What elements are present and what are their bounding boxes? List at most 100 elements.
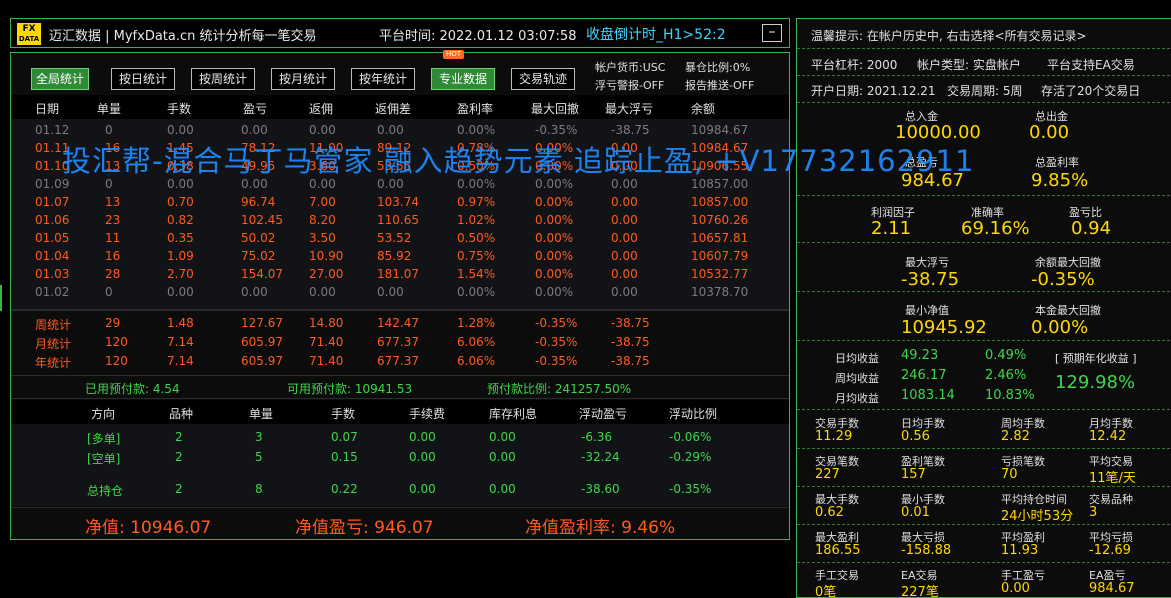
tab-global-stats[interactable]: 全局统计 [31, 68, 89, 90]
detail-value: 0笔 [815, 585, 837, 598]
average-return-section: 日均收益 49.23 0.49% 周均收益 246.17 2.46% 月均收益 … [797, 342, 1170, 410]
cell-rebate: 7.00 [309, 195, 336, 209]
detail-value: 0.00 [1001, 581, 1030, 596]
col-max-float-loss: 最大浮亏 [605, 102, 654, 116]
cell-max-float-loss: -38.75 [611, 335, 650, 349]
cell-lots: 0.82 [167, 213, 194, 227]
cell-orders: 120 [105, 354, 128, 368]
col-orders: 单量 [249, 407, 274, 421]
detail-value: 11.93 [1001, 543, 1039, 558]
cell-profit-rate: 1.54% [457, 267, 496, 281]
cell-float-pl: -32.24 [581, 450, 620, 464]
detail-row: 最大手数 0.62 最小手数 0.01 平均持仓时间 24小时53分 交易品种 3 [797, 487, 1170, 525]
cell-orders: 0 [105, 285, 113, 299]
cell-rebate: 3.50 [309, 231, 336, 245]
position-table-header: 方向 品种 单量 手数 手续费 库存利息 浮动盈亏 浮动比例 [11, 400, 789, 424]
margin-call-ratio: 暴仓比例:0% [685, 61, 751, 74]
detail-value: 227 [815, 467, 840, 482]
cell-max-drawdown: 0.00% [535, 231, 574, 245]
weekly-avg: 246.17 [901, 368, 947, 383]
daily-table-header: 日期 单量 手数 盈亏 返佣 返佣差 盈利率 最大回撤 最大浮亏 余额 [11, 95, 789, 119]
cell-direction: [空单] [87, 452, 121, 466]
table-row[interactable]: 01.07 13 0.70 96.74 7.00 103.74 0.97% 0.00% 0.00… [11, 195, 789, 213]
cell-max-float-loss: -38.75 [611, 123, 650, 137]
watermark-text: 投汇帮-混合马丁马管家 融入趋势元素 追踪止盈, +V17732162911 [62, 144, 975, 178]
cell-lots: 0.35 [167, 231, 194, 245]
position-row: 总持仓 2 8 0.22 0.00 0.00 -38.60 -0.35% [11, 482, 789, 500]
col-symbol: 品种 [169, 407, 194, 421]
cell-rebate: 71.40 [309, 335, 344, 349]
cell-direction: [多单] [87, 432, 121, 446]
report-push-toggle[interactable]: 报告推送-OFF [685, 77, 754, 93]
equity-profit-rate: 净值盈利率: 9.46% [525, 518, 676, 538]
total-rate: 9.85% [1031, 170, 1089, 191]
cell-balance: 10984.67 [691, 123, 749, 137]
net-equity-bar: 净值: 10946.07 净值盈亏: 946.07 净值盈利率: 9.46% [11, 507, 789, 539]
detail-value: 11笔/天 [1089, 471, 1136, 486]
cell-balance: 10760.26 [691, 213, 749, 227]
cell-date: 01.03 [35, 267, 70, 281]
cell-date: 01.05 [35, 231, 70, 245]
cell-balance: 10378.70 [691, 285, 749, 299]
cell-pl: 0.00 [241, 123, 268, 137]
cell-rebate: 71.40 [309, 354, 344, 368]
cell-orders: 0 [105, 123, 113, 137]
cell-float-rate: -0.35% [669, 482, 712, 496]
table-row[interactable]: 01.06 23 0.82 102.45 8.20 110.65 1.02% 0.00% 0.0… [11, 213, 789, 231]
table-row[interactable]: 01.05 11 0.35 50.02 3.50 53.52 0.50% 0.00% 0.00 1… [11, 231, 789, 249]
cell-lots: 0.00 [167, 123, 194, 137]
detail-value: 2.82 [1001, 429, 1030, 444]
detail-value: 186.55 [815, 543, 861, 558]
weekly-avg-label: 周均收益 [835, 372, 879, 385]
table-row[interactable]: 01.02 0 0.00 0.00 0.00 0.00 0.00% 0.00% 0.00 1037… [11, 285, 789, 303]
detail-row: 交易笔数 227 盈利笔数 157 亏损笔数 70 平均交易 11笔/天 [797, 449, 1170, 487]
cell-float-pl: -38.60 [581, 482, 620, 496]
cell-swap: 0.00 [489, 450, 516, 464]
cell-pl: 0.00 [241, 285, 268, 299]
left-panel: FX DATA 迈汇数据 | MyfxData.cn 统计分析每一笔交易 平台时… [10, 18, 790, 540]
float-alert-toggle[interactable]: 浮亏警报-OFF [595, 77, 664, 93]
min-equity-label: 最小净值 [905, 304, 949, 317]
summary-table: 周统计 29 1.48 127.67 14.80 142.47 1.28% -0.35% -38… [11, 311, 789, 373]
close-countdown: 收盘倒计时_H1>52:2 [586, 27, 726, 43]
tab-trade-track[interactable]: 交易轨迹 [511, 68, 575, 90]
cell-fee: 0.00 [409, 450, 436, 464]
cell-max-drawdown: -0.35% [535, 316, 578, 330]
col-float-pl: 浮动盈亏 [579, 407, 628, 421]
col-float-rate: 浮动比例 [669, 407, 718, 421]
cell-profit-rate: 0.50% [457, 231, 496, 245]
cell-profit-rate: 1.02% [457, 213, 496, 227]
tab-pro-data[interactable]: 专业数据 [431, 68, 495, 90]
cell-pl: 75.02 [241, 249, 276, 263]
detail-value: 227笔 [901, 585, 939, 598]
cell-orders: 16 [105, 249, 121, 263]
cell-pl: 605.97 [241, 335, 283, 349]
daily-avg: 49.23 [901, 348, 939, 363]
cell-max-float-loss: -38.75 [611, 316, 650, 330]
tab-yearly-stats[interactable]: 按年统计 [351, 68, 415, 90]
table-row[interactable]: 01.03 28 2.70 154.07 27.00 181.07 1.54% 0.00% 0.… [11, 267, 789, 285]
detail-value: 0.01 [901, 505, 930, 520]
cell-max-drawdown: -0.35% [535, 123, 578, 137]
cell-pl: 50.02 [241, 231, 276, 245]
cell-swap: 0.00 [489, 482, 516, 496]
max-balance-dd-label: 余额最大回撤 [1035, 256, 1101, 269]
col-rebate: 返佣 [309, 102, 334, 116]
min-equity: 10945.92 [901, 317, 987, 338]
cell-period: 周统计 [35, 318, 72, 332]
col-rebate-diff: 返佣差 [375, 102, 412, 116]
cell-profit-rate: 0.00% [457, 285, 496, 299]
cell-profit-rate: 0.00% [457, 123, 496, 137]
tab-daily-stats[interactable]: 按日统计 [111, 68, 175, 90]
minimize-button[interactable]: – [762, 24, 782, 42]
account-type: 帐户类型: 实盘帐户 [917, 58, 1021, 72]
cell-max-float-loss: 0.00 [611, 213, 638, 227]
summary-row: 周统计 29 1.48 127.67 14.80 142.47 1.28% -0.35% -38… [11, 316, 789, 334]
detail-value: 24小时53分 [1001, 509, 1074, 524]
tab-weekly-stats[interactable]: 按周统计 [191, 68, 255, 90]
cell-rebate: 0.00 [309, 285, 336, 299]
cell-period: 月统计 [35, 337, 72, 351]
table-row[interactable]: 01.04 16 1.09 75.02 10.90 85.92 0.75% 0.00% 0.00… [11, 249, 789, 267]
cell-max-drawdown: 0.00% [535, 195, 574, 209]
tab-monthly-stats[interactable]: 按月统计 [271, 68, 335, 90]
